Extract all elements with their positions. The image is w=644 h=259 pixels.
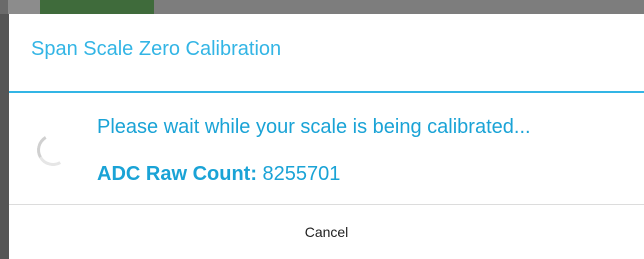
adc-raw-count: ADC Raw Count: 8255701 — [97, 163, 340, 186]
progress-spinner-icon — [33, 130, 73, 170]
title-divider — [9, 91, 644, 93]
background-strip-left — [0, 0, 8, 14]
dialog-header: Span Scale Zero Calibration — [9, 14, 644, 91]
calibration-message: Please wait while your scale is being ca… — [97, 116, 531, 138]
cancel-button[interactable]: Cancel — [9, 205, 644, 259]
background-strip — [154, 0, 644, 14]
calibration-dialog: Span Scale Zero Calibration Please wait … — [9, 14, 644, 259]
adc-raw-count-value: 8255701 — [262, 163, 341, 185]
adc-raw-count-label: ADC Raw Count: — [97, 163, 257, 185]
dialog-title: Span Scale Zero Calibration — [31, 38, 282, 60]
background-left-edge — [0, 14, 9, 259]
background-strip-green — [40, 0, 154, 14]
